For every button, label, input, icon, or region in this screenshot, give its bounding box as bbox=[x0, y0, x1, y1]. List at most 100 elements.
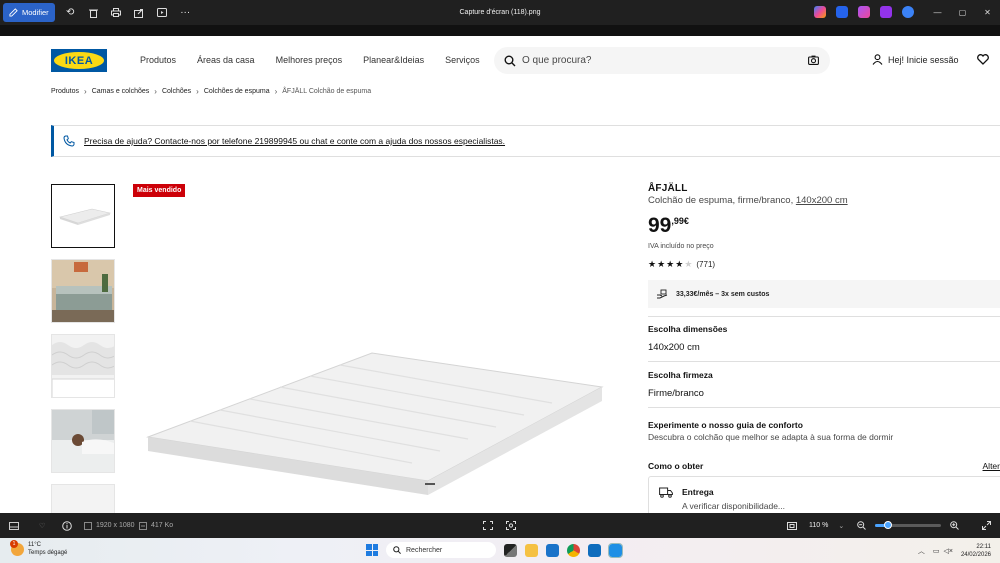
size-value: 140x200 cm bbox=[648, 342, 700, 353]
zoom-out-icon[interactable] bbox=[857, 513, 866, 538]
copilot-icon[interactable] bbox=[814, 6, 826, 18]
breadcrumb-item[interactable]: Colchões bbox=[162, 88, 191, 95]
taskbar-apps: Rechercher bbox=[366, 542, 623, 558]
maximize-icon[interactable]: ▢ bbox=[950, 0, 975, 25]
nav-item-planear[interactable]: Planear&Ideias bbox=[363, 55, 424, 65]
camera-icon[interactable] bbox=[808, 55, 819, 65]
network-icon[interactable]: ▭ bbox=[933, 547, 940, 555]
breadcrumb: Produtos › Camas e colchões › Colchões ›… bbox=[51, 87, 371, 96]
thumbnail-person-sleeping[interactable] bbox=[51, 409, 115, 473]
size-selector[interactable]: Escolha dimensões 140x200 cm bbox=[648, 324, 1000, 353]
help-contact-link[interactable]: Precisa de ajuda? Contacte-nos por telef… bbox=[84, 136, 505, 146]
nav-item-precos[interactable]: Melhores preços bbox=[276, 55, 343, 65]
minimize-icon[interactable]: — bbox=[925, 0, 950, 25]
slideshow-icon[interactable] bbox=[151, 8, 174, 17]
more-options-icon[interactable]: ··· bbox=[174, 7, 197, 18]
product-rating[interactable]: ★★★★★ (771) bbox=[648, 259, 1000, 270]
designer-icon[interactable] bbox=[858, 6, 870, 18]
clipchamp-icon[interactable] bbox=[880, 6, 892, 18]
edit-icon bbox=[9, 8, 18, 17]
editor-icon[interactable] bbox=[836, 6, 848, 18]
file-explorer-icon[interactable] bbox=[525, 543, 538, 557]
zoom-slider-handle[interactable] bbox=[883, 521, 892, 529]
zoom-in-icon[interactable] bbox=[950, 513, 959, 538]
nav-item-produtos[interactable]: Produtos bbox=[140, 55, 176, 65]
task-view-icon[interactable] bbox=[504, 543, 517, 557]
divider bbox=[648, 361, 1000, 362]
star-filled-icon: ★ bbox=[666, 259, 676, 269]
edit-button[interactable]: Modifier bbox=[3, 3, 55, 22]
zoom-dropdown[interactable]: 110 % ⌄ bbox=[809, 513, 844, 538]
change-location-link[interactable]: Alter bbox=[983, 461, 1000, 471]
actual-size-icon[interactable] bbox=[787, 513, 797, 538]
thumbnail-more[interactable] bbox=[51, 484, 115, 513]
chevron-up-icon[interactable]: ︿ bbox=[918, 546, 925, 556]
search-input[interactable]: O que procura? bbox=[494, 47, 830, 74]
breadcrumb-item[interactable]: Colchões de espuma bbox=[204, 88, 270, 95]
favorite-heart-icon[interactable]: ♡ bbox=[39, 513, 45, 538]
clock[interactable]: 22:11 24/02/2026 bbox=[961, 543, 991, 559]
print-icon[interactable] bbox=[105, 8, 128, 17]
share-icon[interactable] bbox=[128, 8, 151, 18]
size-link[interactable]: 140x200 cm bbox=[796, 195, 848, 206]
outlook-icon[interactable] bbox=[588, 543, 601, 557]
product-price: 99 ,99€ bbox=[648, 215, 1000, 236]
favourites-heart-icon[interactable] bbox=[977, 54, 989, 65]
star-filled-icon: ★ bbox=[657, 259, 667, 269]
nav-item-areas[interactable]: Áreas da casa bbox=[197, 55, 255, 65]
zoom-slider[interactable] bbox=[875, 521, 941, 529]
nav-item-servicos[interactable]: Serviços bbox=[445, 55, 480, 65]
breadcrumb-item[interactable]: Produtos bbox=[51, 88, 79, 95]
weather-temp: 11°C bbox=[28, 542, 41, 548]
onedrive-icon[interactable] bbox=[902, 6, 914, 18]
firmness-selector[interactable]: Escolha firmeza Firme/branco bbox=[648, 370, 1000, 399]
star-filled-icon: ★ bbox=[648, 259, 658, 269]
rotate-icon[interactable]: ⟲ bbox=[59, 7, 82, 18]
thumbnail-mattress[interactable] bbox=[51, 184, 115, 248]
delivery-title: Entrega bbox=[682, 487, 714, 497]
visual-search-icon[interactable] bbox=[506, 513, 516, 538]
clock-date: 24/02/2026 bbox=[960, 551, 991, 558]
weather-widget[interactable]: 1 11°C Temps dégagé bbox=[10, 540, 67, 557]
image-size-icon bbox=[84, 521, 92, 530]
viewer-toolbar: Modifier ⟲ ··· Capture d'écran (118).png… bbox=[0, 0, 1000, 25]
image-dims-text: 1920 x 1080 bbox=[96, 522, 135, 529]
delivery-status: A verificar disponibilidade... bbox=[682, 501, 786, 511]
delivery-option[interactable]: Entrega A verificar disponibilidade... bbox=[648, 476, 1000, 513]
fit-to-window-icon[interactable] bbox=[483, 513, 493, 538]
product-info: ÅFJÄLL Colchão de espuma, firme/branco, … bbox=[648, 183, 1000, 270]
volume-icon[interactable]: ◁× bbox=[943, 547, 952, 555]
chrome-icon[interactable] bbox=[567, 543, 580, 557]
viewer-statusbar: ♡ 1920 x 1080 417 Ko 110 % ⌄ bbox=[0, 513, 1000, 538]
phone-icon bbox=[63, 135, 75, 147]
info-icon[interactable] bbox=[62, 513, 72, 538]
product-description: Colchão de espuma, firme/branco, 140x200… bbox=[648, 195, 1000, 206]
comfort-guide[interactable]: Experimente o nosso guia de conforto Des… bbox=[648, 420, 1000, 442]
photos-icon[interactable] bbox=[608, 542, 623, 558]
file-size: 417 Ko bbox=[139, 513, 173, 538]
taskbar-search[interactable]: Rechercher bbox=[386, 542, 496, 558]
search-placeholder: O que procura? bbox=[522, 55, 592, 66]
delivery-section-header: Como o obter Alter bbox=[648, 461, 1000, 471]
delete-icon[interactable] bbox=[82, 8, 105, 18]
store-icon[interactable] bbox=[546, 543, 559, 557]
ikea-logo[interactable]: IKEA bbox=[51, 49, 107, 72]
chevron-right-icon: › bbox=[196, 87, 199, 96]
filmstrip-icon[interactable] bbox=[9, 513, 19, 538]
chevron-right-icon: › bbox=[84, 87, 87, 96]
product-name: ÅFJÄLL bbox=[648, 183, 688, 194]
close-icon[interactable]: ✕ bbox=[975, 0, 1000, 25]
rating-stars: ★★★★★ bbox=[648, 259, 693, 270]
price-integer: 99 bbox=[648, 214, 672, 237]
installment-offer[interactable]: 33,33€/mês – 3x sem custos bbox=[648, 280, 1000, 308]
user-icon bbox=[872, 54, 883, 65]
fullscreen-icon[interactable] bbox=[982, 513, 991, 538]
breadcrumb-item[interactable]: Camas e colchões bbox=[92, 88, 150, 95]
thumbnail-foam-detail[interactable] bbox=[51, 334, 115, 398]
login-link[interactable]: Hej! Inicie sessão bbox=[872, 54, 959, 65]
start-windows-icon[interactable] bbox=[366, 544, 378, 556]
divider bbox=[648, 316, 1000, 317]
search-icon bbox=[504, 55, 516, 66]
thumbnail-bedroom[interactable] bbox=[51, 259, 115, 323]
logo-text: IKEA bbox=[64, 54, 94, 67]
